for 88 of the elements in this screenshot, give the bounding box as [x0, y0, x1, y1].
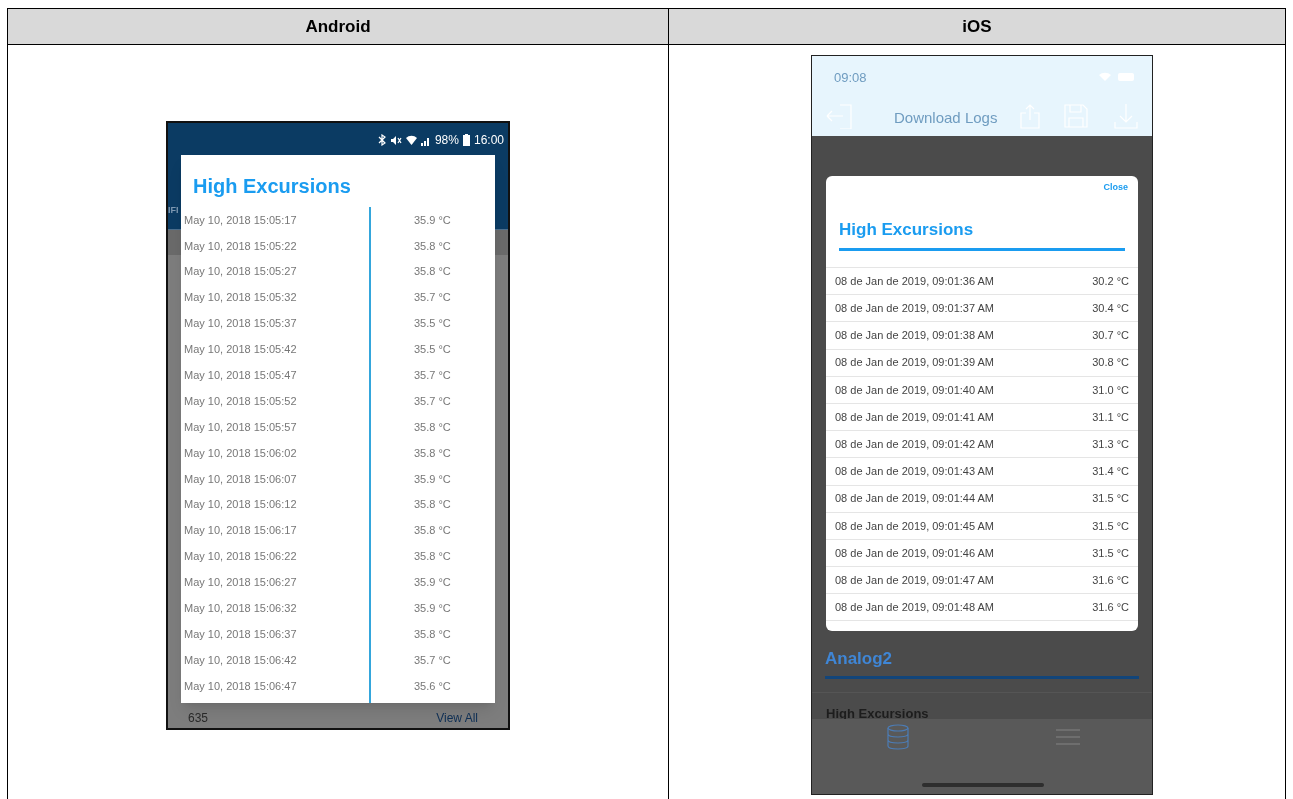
battery-percentage: 98%	[434, 132, 459, 149]
timestamp-cell-text: May 10, 2018 15:06:32	[183, 601, 298, 617]
temperature-cell-text: 35.7 °C	[413, 368, 451, 384]
timestamp-cell-text: 08 de Jan de 2019, 09:01:42 AM	[835, 436, 995, 452]
timestamp-cell-text: May 10, 2018 15:05:57	[183, 419, 298, 435]
temperature-cell-text: 31.6 °C	[1092, 572, 1129, 588]
timestamp-cell-text: May 10, 2018 15:05:42	[183, 342, 298, 358]
timestamp-cell-text: 08 de Jan de 2019, 09:01:46 AM	[835, 545, 995, 561]
temperature-cell-text: 35.9 °C	[413, 601, 451, 617]
exit-icon[interactable]	[826, 103, 852, 129]
temperature-cell-text: 35.8 °C	[413, 626, 451, 642]
status-time: 09:08	[834, 69, 867, 87]
timestamp-cell-text: May 10, 2018 15:05:22	[183, 238, 298, 254]
timestamp-cell-text: May 10, 2018 15:06:12	[183, 497, 298, 513]
timestamp-cell-text: May 10, 2018 15:05:37	[183, 316, 298, 332]
temperature-cell-text: 30.7 °C	[1092, 328, 1129, 344]
timestamp-cell-text: 08 de Jan de 2019, 09:01:37 AM	[835, 301, 995, 317]
temperature-cell-text: 35.5 °C	[413, 342, 451, 358]
temperature-cell-text: 31.0 °C	[1092, 382, 1129, 398]
battery-icon	[1118, 73, 1134, 81]
section-title: Analog2	[825, 649, 893, 668]
temperature-cell-text: 35.8 °C	[413, 419, 451, 435]
temperature-cell-text: 35.9 °C	[413, 471, 451, 487]
temperature-cell-text: 30.4 °C	[1092, 301, 1129, 317]
timestamp-cell-text: 08 de Jan de 2019, 09:01:45 AM	[835, 518, 995, 534]
temperature-cell-text: 35.8 °C	[413, 523, 451, 539]
timestamp-cell-text: May 10, 2018 15:06:37	[183, 626, 298, 642]
timestamp-cell-text: May 10, 2018 15:06:02	[183, 445, 298, 461]
temperature-cell-text: 31.3 °C	[1092, 436, 1129, 452]
temperature-cell-text: 35.9 °C	[413, 212, 451, 228]
timestamp-cell-text: May 10, 2018 15:05:27	[183, 264, 298, 280]
timestamp-cell-text: 08 de Jan de 2019, 09:01:40 AM	[835, 382, 995, 398]
wifi-icon	[1099, 72, 1111, 81]
temperature-cell-text: 31.4 °C	[1092, 464, 1129, 480]
temperature-cell-text: 30.8 °C	[1092, 355, 1129, 371]
timestamp-cell-text: 08 de Jan de 2019, 09:01:47 AM	[835, 572, 995, 588]
timestamp-cell-text: May 10, 2018 15:05:17	[183, 212, 298, 228]
temperature-cell-text: 35.6 °C	[413, 678, 451, 694]
temperature-cell-text: 35.8 °C	[413, 445, 451, 461]
dialog-title: High Excursions	[192, 174, 352, 199]
timestamp-cell-text: May 10, 2018 15:06:07	[183, 471, 298, 487]
close-button[interactable]: Close	[1103, 181, 1128, 195]
temperature-cell-text: 35.7 °C	[413, 290, 451, 306]
timestamp-cell-text: 08 de Jan de 2019, 09:01:44 AM	[835, 491, 995, 507]
timestamp-cell-text: May 10, 2018 15:06:27	[183, 575, 298, 591]
nav-title: Download Logs	[894, 108, 998, 128]
temperature-cell-text: 35.7 °C	[413, 393, 451, 409]
timestamp-cell-text: May 10, 2018 15:06:22	[183, 549, 298, 565]
column-header: Android	[8, 9, 669, 45]
share-icon[interactable]	[1020, 103, 1040, 129]
temperature-cell-text: 31.6 °C	[1092, 600, 1129, 616]
database-icon[interactable]	[887, 724, 909, 750]
timestamp-cell-text: May 10, 2018 15:06:42	[183, 652, 298, 668]
timestamp-cell-text: May 10, 2018 15:06:17	[183, 523, 298, 539]
temperature-cell-text: 35.8 °C	[413, 549, 451, 565]
bluetooth-icon	[377, 134, 386, 146]
timestamp-cell-text: 08 de Jan de 2019, 09:01:43 AM	[835, 464, 995, 480]
temperature-cell-text: 35.8 °C	[413, 497, 451, 513]
tab-label: IFI	[168, 204, 179, 217]
dialog-title: High Excursions	[839, 216, 1125, 251]
view-all-link[interactable]: View All	[436, 709, 478, 727]
temperature-cell-text: 31.5 °C	[1092, 518, 1129, 534]
count-value: 635	[188, 710, 209, 727]
temperature-cell-text: 35.8 °C	[413, 264, 451, 280]
timestamp-cell-text: May 10, 2018 15:06:47	[183, 678, 298, 694]
mute-icon	[389, 134, 402, 146]
wifi-icon	[405, 134, 417, 146]
temperature-cell-text: 35.7 °C	[413, 652, 451, 668]
timestamp-cell-text: 08 de Jan de 2019, 09:01:38 AM	[835, 328, 995, 344]
temperature-cell-text: 31.1 °C	[1092, 409, 1129, 425]
temperature-cell-text: 30.2 °C	[1092, 273, 1129, 289]
timestamp-cell-text: May 10, 2018 15:05:47	[183, 368, 298, 384]
timestamp-cell-text: 08 de Jan de 2019, 09:01:36 AM	[835, 273, 995, 289]
save-icon[interactable]	[1064, 104, 1088, 128]
temperature-cell-text: 35.9 °C	[413, 575, 451, 591]
temperature-cell-text: 35.8 °C	[413, 238, 451, 254]
timestamp-cell-text: May 10, 2018 15:05:32	[183, 290, 298, 306]
status-time: 16:00	[473, 132, 504, 149]
temperature-cell-text: 31.5 °C	[1092, 545, 1129, 561]
temperature-cell-text: 35.5 °C	[413, 316, 451, 332]
timestamp-cell-text: May 10, 2018 15:05:52	[183, 393, 298, 409]
column-header: iOS	[669, 9, 1285, 45]
timestamp-cell-text: 08 de Jan de 2019, 09:01:41 AM	[835, 409, 995, 425]
timestamp-cell-text: 08 de Jan de 2019, 09:01:48 AM	[835, 600, 995, 616]
battery-icon	[462, 134, 470, 146]
temperature-cell-text: 31.5 °C	[1092, 491, 1129, 507]
timestamp-cell-text: 08 de Jan de 2019, 09:01:39 AM	[835, 355, 995, 371]
download-icon[interactable]	[1114, 103, 1138, 129]
